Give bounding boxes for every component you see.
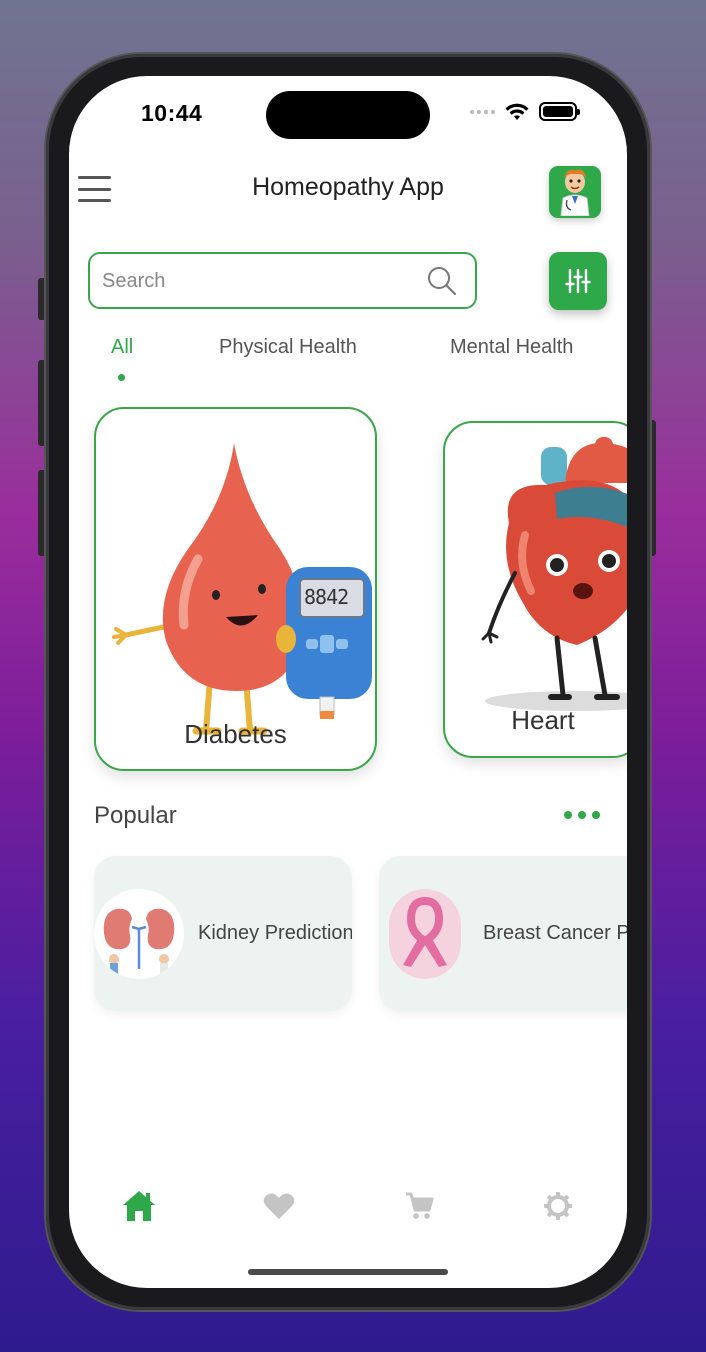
pink-ribbon-icon bbox=[403, 896, 447, 967]
category-label-heart: Heart bbox=[511, 705, 575, 735]
home-icon bbox=[123, 1191, 155, 1221]
volume-up-button bbox=[38, 360, 46, 446]
search-input[interactable] bbox=[102, 267, 412, 295]
nav-home[interactable] bbox=[119, 1186, 159, 1226]
tab-mental-health[interactable]: Mental Health bbox=[450, 336, 573, 359]
sliders-icon bbox=[565, 268, 591, 294]
more-options-icon[interactable] bbox=[564, 811, 600, 819]
battery-icon bbox=[539, 102, 580, 121]
search-bar[interactable] bbox=[88, 252, 477, 309]
glucometer-reading: 8842 bbox=[304, 585, 349, 609]
active-tab-indicator bbox=[118, 374, 125, 381]
cart-icon bbox=[406, 1192, 434, 1219]
tab-all[interactable]: All bbox=[111, 336, 133, 359]
popular-item-kidney-prediction[interactable]: Kidney Prediction bbox=[94, 856, 352, 1011]
heart-icon bbox=[263, 1193, 295, 1219]
tab-physical-health[interactable]: Physical Health bbox=[219, 336, 357, 359]
breast-cancer-thumbnail bbox=[389, 889, 461, 979]
app-screen: 10:44 Homeopathy App Search All Physical… bbox=[69, 76, 627, 1288]
settings-icon bbox=[544, 1192, 572, 1220]
category-card-diabetes[interactable]: 8842 Diabetes bbox=[94, 407, 377, 771]
volume-down-button bbox=[38, 470, 46, 556]
filter-button[interactable] bbox=[549, 252, 607, 310]
dynamic-island bbox=[266, 91, 430, 139]
status-icons bbox=[470, 102, 580, 121]
popular-item-label: Breast Cancer Prediction bbox=[483, 922, 627, 944]
doctor-avatar[interactable] bbox=[549, 166, 601, 218]
popular-section-title: Popular bbox=[94, 802, 177, 829]
popular-item-label: Kidney Prediction bbox=[198, 922, 352, 944]
category-label-diabetes: Diabetes bbox=[184, 719, 287, 749]
wifi-icon bbox=[505, 103, 529, 120]
status-time: 10:44 bbox=[141, 100, 203, 126]
nav-settings[interactable] bbox=[538, 1186, 578, 1226]
cellular-signal-icon bbox=[470, 109, 495, 114]
doctor-avatar-icon bbox=[560, 169, 590, 216]
kidney-icon bbox=[103, 908, 175, 975]
nav-cart[interactable] bbox=[399, 1186, 439, 1226]
page-title: Homeopathy App bbox=[252, 173, 444, 201]
silent-switch bbox=[38, 278, 46, 320]
kidney-thumbnail bbox=[94, 889, 184, 979]
home-indicator[interactable] bbox=[248, 1269, 448, 1275]
popular-item-breast-cancer-prediction[interactable]: Breast Cancer Prediction bbox=[379, 856, 627, 1011]
search-icon[interactable] bbox=[427, 266, 457, 296]
category-card-heart[interactable]: Heart bbox=[443, 421, 627, 758]
nav-favorites[interactable] bbox=[259, 1186, 299, 1226]
